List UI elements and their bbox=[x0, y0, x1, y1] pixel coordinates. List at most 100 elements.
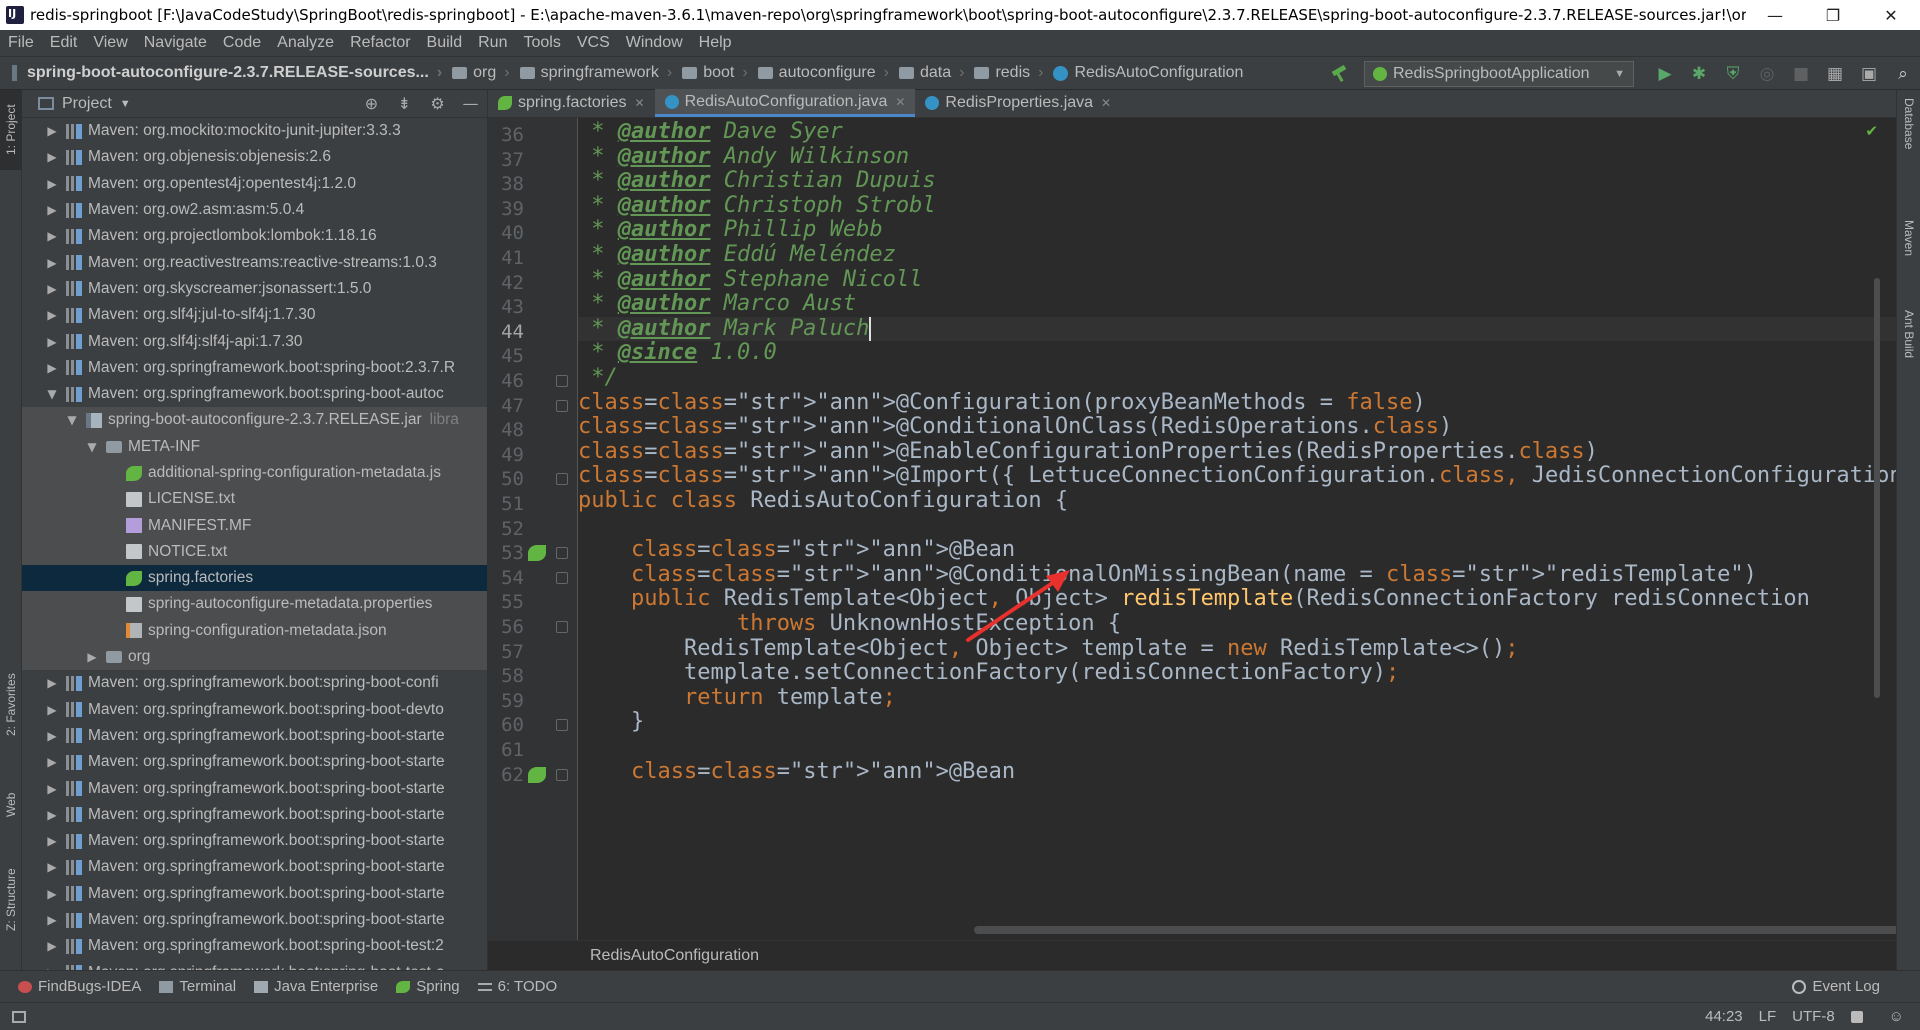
stop-icon[interactable]: ■ bbox=[1784, 57, 1818, 91]
tree-row[interactable]: ▶Maven: org.springframework.boot:spring-… bbox=[22, 828, 487, 854]
chevron-right-icon[interactable]: ▶ bbox=[44, 335, 60, 349]
caret-position[interactable]: 44:23 bbox=[1705, 1008, 1743, 1025]
tree-row[interactable]: ▼ META-INF bbox=[22, 433, 487, 460]
project-structure-icon[interactable]: ▦ bbox=[1818, 57, 1852, 91]
tree-row[interactable]: ▶ Maven: org.mockito:mockito-junit-jupite… bbox=[22, 118, 487, 144]
tab-database[interactable]: Database bbox=[1897, 98, 1920, 188]
chevron-right-icon[interactable]: ▶ bbox=[44, 676, 60, 690]
chevron-right-icon[interactable]: ▶ bbox=[44, 913, 60, 927]
menu-edit[interactable]: Edit bbox=[42, 34, 86, 52]
chevron-right-icon[interactable]: ▶ bbox=[44, 308, 60, 322]
tree-row[interactable]: ▶Maven: org.springframework.boot:spring-… bbox=[22, 775, 487, 801]
chevron-down-icon[interactable]: ▼ bbox=[84, 440, 100, 454]
chevron-right-icon[interactable]: ▶ bbox=[44, 887, 60, 901]
chevron-right-icon[interactable]: ▶ bbox=[44, 729, 60, 743]
run-configuration-select[interactable]: RedisSpringbootApplication ▼ bbox=[1364, 61, 1634, 87]
menu-tools[interactable]: Tools bbox=[515, 34, 568, 52]
locate-icon[interactable]: ⊕ bbox=[355, 94, 388, 113]
tree-row[interactable]: ▶ Maven: org.skyscreamer:jsonassert:1.5.0 bbox=[22, 276, 487, 302]
nav-crumb-file[interactable]: RedisAutoConfiguration bbox=[1053, 64, 1243, 82]
close-button[interactable]: ✕ bbox=[1862, 0, 1920, 30]
run-icon[interactable]: ▶ bbox=[1648, 57, 1682, 91]
tree-row[interactable]: ▶ Maven: org.opentest4j:opentest4j:1.2.0 bbox=[22, 171, 487, 197]
code-editor[interactable]: 36 37 38 39 40 41 42 43 44 45 46 47 48 49 50 51 52 53 54 55… bbox=[488, 118, 1896, 940]
chevron-right-icon[interactable]: ▶ bbox=[44, 755, 60, 769]
menu-build[interactable]: Build bbox=[419, 34, 471, 52]
chevron-right-icon[interactable]: ▶ bbox=[44, 177, 60, 191]
tree-row[interactable]: additional-spring-configuration-metadata… bbox=[22, 459, 487, 487]
tab-web[interactable]: Web bbox=[0, 780, 22, 830]
tree-row[interactable]: ▶Maven: org.springframework.boot:spring-… bbox=[22, 802, 487, 828]
chevron-right-icon[interactable]: ▶ bbox=[44, 703, 60, 717]
nav-crumb-springframework[interactable]: springframework › bbox=[519, 64, 672, 82]
tool-todo[interactable]: 6: TODO bbox=[477, 978, 557, 995]
tree-row[interactable]: ▶Maven: org.springframework.boot:spring-… bbox=[22, 670, 487, 696]
collapse-all-icon[interactable]: ⇟ bbox=[388, 94, 421, 113]
tree-row[interactable]: ▶Maven: org.springframework.boot:spring-… bbox=[22, 355, 487, 381]
tree-row[interactable]: ▶ Maven: org.objenesis:objenesis:2.6 bbox=[22, 144, 487, 170]
tab-favorites[interactable]: 2: Favorites bbox=[0, 650, 22, 760]
tool-window-toggle-icon[interactable] bbox=[12, 1010, 26, 1023]
project-panel-title[interactable]: Project bbox=[62, 95, 112, 113]
menu-view[interactable]: View bbox=[85, 34, 135, 52]
tree-row[interactable]: ▶ Maven: org.slf4j:jul-to-slf4j:1.7.30 bbox=[22, 302, 487, 328]
tree-row[interactable]: NOTICE.txt bbox=[22, 538, 487, 566]
nav-crumb-data[interactable]: data › bbox=[898, 64, 964, 82]
line-separator[interactable]: LF bbox=[1759, 1008, 1777, 1025]
chevron-right-icon[interactable]: ▶ bbox=[44, 229, 60, 243]
chevron-right-icon[interactable]: ▶ bbox=[44, 282, 60, 296]
chevron-down-icon[interactable]: ▼ bbox=[64, 413, 80, 427]
chevron-right-icon[interactable]: ▶ bbox=[44, 256, 60, 270]
nav-crumb-autoconfigure[interactable]: autoconfigure › bbox=[757, 64, 889, 82]
tree-row[interactable]: ▶ Maven: org.ow2.asm:asm:5.0.4 bbox=[22, 197, 487, 223]
tab-maven[interactable]: Maven bbox=[1897, 220, 1920, 290]
tree-row[interactable]: ▼ spring-boot-autoconfigure-2.3.7.RELEASE… bbox=[22, 407, 487, 434]
minimize-button[interactable]: — bbox=[1746, 0, 1804, 30]
tab-spring-factories[interactable]: spring.factories ✕ bbox=[488, 89, 655, 117]
menu-run[interactable]: Run bbox=[470, 34, 515, 52]
hector-icon[interactable]: ☺ bbox=[1889, 1008, 1904, 1025]
tree-row[interactable]: ▶Maven: org.springframework.boot:spring-… bbox=[22, 933, 487, 959]
tab-ant-build[interactable]: Ant Build bbox=[1897, 310, 1920, 410]
file-encoding[interactable]: UTF-8 bbox=[1792, 1008, 1835, 1025]
menu-file[interactable]: File bbox=[0, 34, 42, 52]
menu-code[interactable]: Code bbox=[215, 34, 269, 52]
tool-java-enterprise[interactable]: Java Enterprise bbox=[254, 978, 378, 995]
search-icon[interactable]: ⌕ bbox=[1886, 57, 1920, 91]
tool-event-log[interactable]: Event Log bbox=[1792, 978, 1880, 995]
chevron-down-icon[interactable]: ▼ bbox=[44, 387, 60, 401]
tab-structure[interactable]: Z: Structure bbox=[0, 850, 22, 950]
tree-row[interactable]: ▼ Maven: org.springframework.boot:spring-… bbox=[22, 381, 487, 407]
chevron-right-icon[interactable]: ▶ bbox=[84, 650, 100, 664]
chevron-right-icon[interactable]: ▶ bbox=[44, 939, 60, 953]
tab-redis-auto-configuration[interactable]: RedisAutoConfiguration.java ✕ bbox=[654, 89, 916, 117]
menu-vcs[interactable]: VCS bbox=[569, 34, 618, 52]
debug-icon[interactable]: ✱ bbox=[1682, 57, 1716, 91]
menu-help[interactable]: Help bbox=[691, 34, 740, 52]
tree-row[interactable]: ▶ Maven: org.slf4j:slf4j-api:1.7.30 bbox=[22, 328, 487, 354]
lock-icon[interactable] bbox=[1850, 1010, 1863, 1023]
chevron-right-icon[interactable]: ▶ bbox=[44, 782, 60, 796]
chevron-right-icon[interactable]: ▶ bbox=[44, 808, 60, 822]
tree-row[interactable]: spring-configuration-metadata.json bbox=[22, 617, 487, 644]
coverage-icon[interactable]: ⛨ bbox=[1716, 57, 1750, 91]
tool-spring[interactable]: Spring bbox=[396, 978, 460, 995]
build-hammer-icon[interactable] bbox=[1330, 66, 1348, 82]
tab-redis-properties[interactable]: RedisProperties.java ✕ bbox=[915, 89, 1121, 117]
gear-icon[interactable]: ⚙ bbox=[421, 94, 454, 113]
chevron-right-icon[interactable]: ▶ bbox=[44, 124, 60, 138]
chevron-down-icon[interactable]: ▼ bbox=[120, 98, 131, 110]
close-icon[interactable]: ✕ bbox=[1101, 96, 1111, 110]
tree-row[interactable]: ▶Maven: org.springframework.boot:spring-… bbox=[22, 854, 487, 880]
tree-row[interactable]: ▶Maven: org.springframework.boot:spring-… bbox=[22, 960, 487, 970]
tree-row[interactable]: ▶Maven: org.springframework.boot:spring-… bbox=[22, 749, 487, 775]
chevron-right-icon[interactable]: ▶ bbox=[44, 834, 60, 848]
tree-row[interactable]: ▶Maven: org.springframework.boot:spring-… bbox=[22, 881, 487, 907]
tool-findbugs[interactable]: FindBugs-IDEA bbox=[18, 978, 141, 995]
menu-analyze[interactable]: Analyze bbox=[269, 34, 342, 52]
tree-row[interactable]: ▶Maven: org.springframework.boot:spring-… bbox=[22, 697, 487, 723]
tree-row[interactable]: spring.factories bbox=[22, 565, 487, 592]
tab-project[interactable]: 1: Project bbox=[0, 90, 22, 170]
nav-crumb-org[interactable]: org › bbox=[452, 64, 510, 82]
nav-crumb-boot[interactable]: boot › bbox=[682, 64, 748, 82]
